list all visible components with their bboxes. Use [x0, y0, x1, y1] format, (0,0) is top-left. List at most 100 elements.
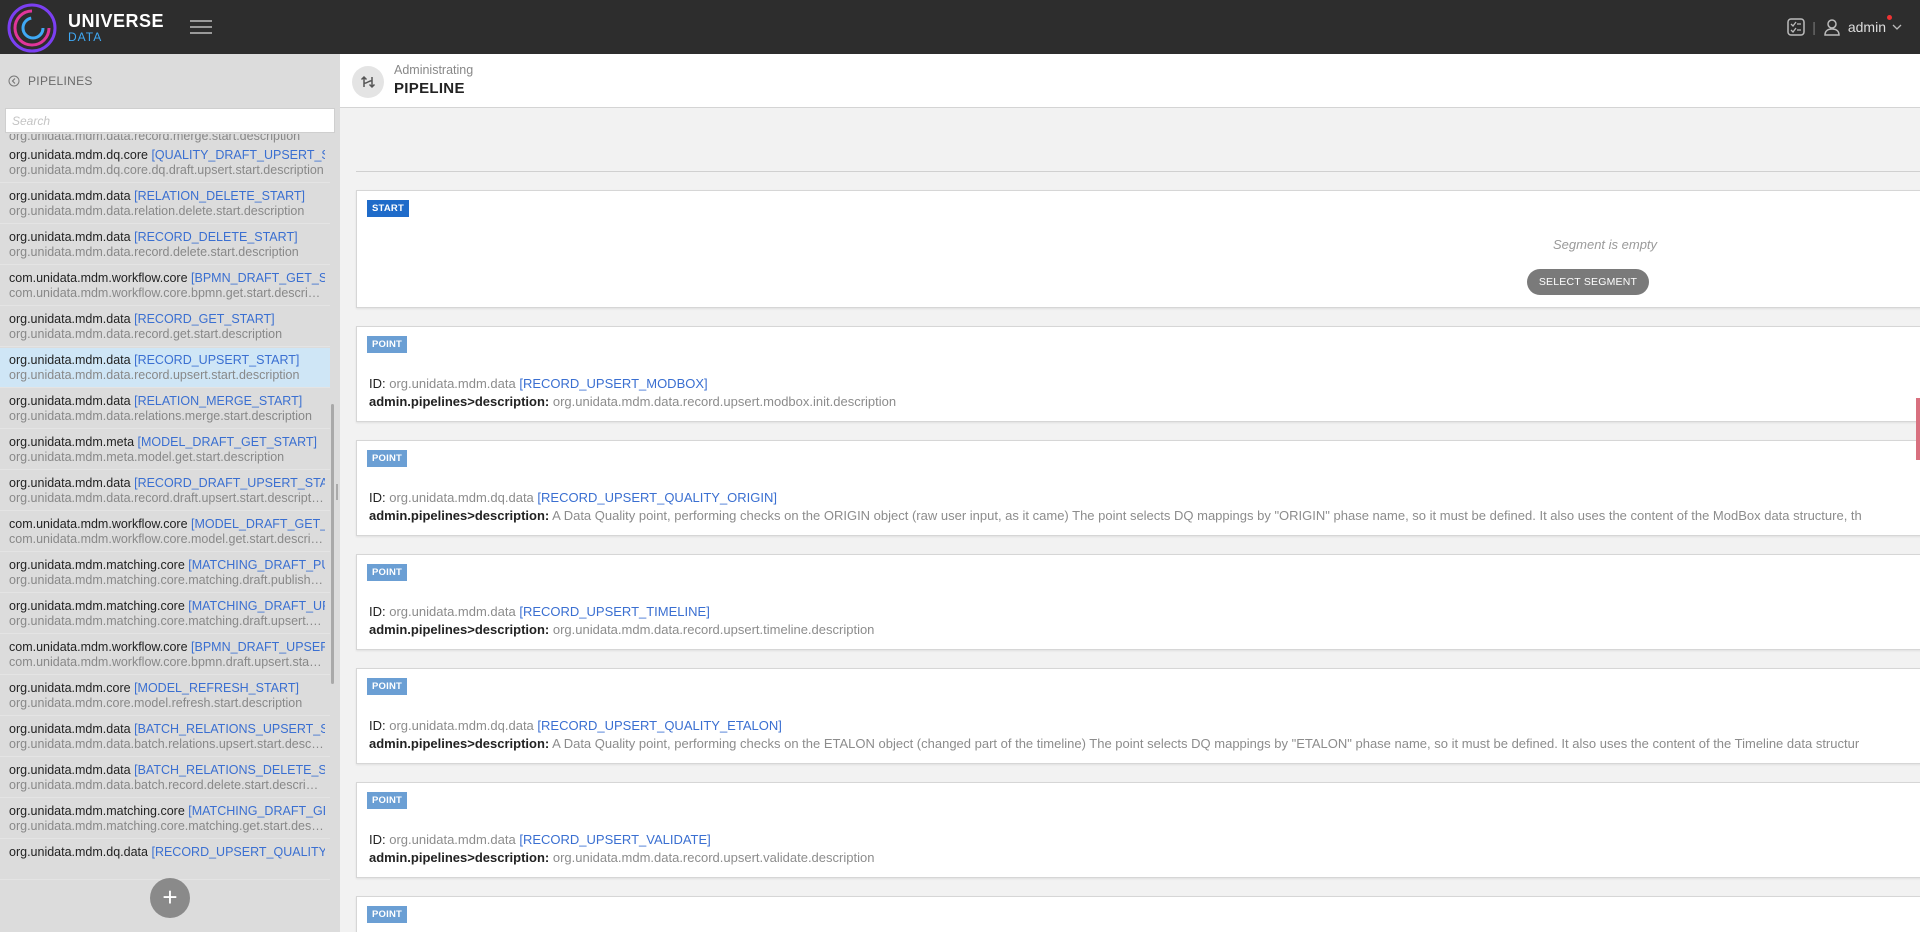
list-item[interactable]: org.unidata.mdm.data [RECORD_GET_START] …	[0, 307, 330, 347]
list-item[interactable]: org.unidata.mdm.matching.core [MATCHING_…	[0, 553, 330, 593]
back-arrow-icon[interactable]	[8, 75, 20, 87]
list-item[interactable]: org.unidata.mdm.core [MODEL_REFRESH_STAR…	[0, 676, 330, 716]
item-module: com.unidata.mdm.workflow.core	[9, 271, 188, 285]
item-module: org.unidata.mdm.data	[9, 763, 131, 777]
list-item[interactable]: com.unidata.mdm.workflow.core [BPMN_DRAF…	[0, 266, 330, 306]
item-description: org.unidata.mdm.data.relations.merge.sta…	[9, 409, 312, 423]
universe-logo-icon[interactable]	[6, 2, 58, 54]
point-tag: POINT	[367, 450, 408, 467]
item-description: com.unidata.mdm.workflow.core.model.get.…	[9, 532, 325, 546]
item-module: org.unidata.mdm.data	[9, 353, 131, 367]
add-pipeline-button[interactable]: +	[150, 878, 190, 918]
point-tag: POINT	[367, 792, 408, 809]
list-item[interactable]: org.unidata.mdm.dq.core [QUALITY_DRAFT_U…	[0, 143, 330, 183]
notification-dot	[1887, 15, 1892, 20]
plus-icon: +	[162, 882, 178, 912]
item-code: [BATCH_RELATIONS_UPSERT_START]	[134, 722, 325, 736]
sidebar-scrollbar[interactable]	[331, 404, 334, 684]
item-code: [BATCH_RELATIONS_DELETE_START]	[134, 763, 325, 777]
divider	[356, 171, 1920, 172]
item-module: org.unidata.mdm.dq.core	[9, 148, 148, 162]
item-module: org.unidata.mdm.meta	[9, 435, 135, 449]
point-description: admin.pipelines>description: org.unidata…	[369, 394, 897, 409]
item-code: [MODEL_DRAFT_GET_START]	[191, 517, 325, 531]
item-description: org.unidata.mdm.data.record.delete.start…	[9, 245, 299, 259]
point-card[interactable]: POINT ID: org.unidata.mdm.data [RECORD_U…	[356, 554, 1920, 650]
list-item[interactable]: org.unidata.mdm.data [RECORD_DELETE_STAR…	[0, 225, 330, 265]
sidebar-header[interactable]: PIPELINES	[8, 74, 93, 88]
item-code: [RECORD_UPSERT_START]	[134, 353, 300, 367]
list-item[interactable]: org.unidata.mdm.data [BATCH_RELATIONS_DE…	[0, 758, 330, 798]
tasks-icon[interactable]	[1786, 17, 1806, 37]
item-description: org.unidata.mdm.data.batch.record.delete…	[9, 778, 325, 792]
point-id: ID: org.unidata.mdm.dq.data [RECORD_UPSE…	[369, 718, 782, 733]
item-code: [MATCHING_DRAFT_GET_START]	[188, 804, 325, 818]
point-tag: POINT	[367, 678, 408, 695]
list-item[interactable]: org.unidata.mdm.dq.data [RECORD_UPSERT_Q…	[0, 840, 330, 880]
point-tag: POINT	[367, 906, 408, 923]
list-item[interactable]: org.unidata.mdm.matching.core [MATCHING_…	[0, 799, 330, 839]
list-item[interactable]: org.unidata.mdm.matching.core [MATCHING_…	[0, 594, 330, 634]
scroll-marker[interactable]	[1916, 398, 1920, 460]
item-description: org.unidata.mdm.matching.core.matching.d…	[9, 573, 325, 587]
brand-subtitle: DATA	[68, 30, 103, 44]
point-card[interactable]: POINT ID: org.unidata.mdm.dq.data [RECOR…	[356, 668, 1920, 764]
item-module: org.unidata.mdm.matching.core	[9, 558, 185, 572]
pipeline-icon	[352, 66, 384, 98]
item-description: org.unidata.mdm.data.record.upsert.start…	[9, 368, 300, 382]
list-item-selected[interactable]: org.unidata.mdm.data [RECORD_UPSERT_STAR…	[0, 348, 330, 388]
item-module: org.unidata.mdm.data	[9, 722, 131, 736]
hamburger-menu-icon[interactable]	[190, 16, 212, 38]
point-card[interactable]: POINT ID: org.unidata.mdm.data [RECORD_U…	[356, 326, 1920, 422]
list-item[interactable]: org.unidata.mdm.data [RECORD_DRAFT_UPSER…	[0, 471, 330, 511]
main-panel: Administrating PIPELINE START Segment is…	[340, 54, 1920, 932]
user-icon	[1824, 19, 1840, 36]
page-subtitle: Administrating	[394, 63, 474, 77]
user-name: admin	[1847, 19, 1886, 35]
search-input[interactable]	[5, 108, 335, 133]
chevron-down-icon	[1892, 24, 1902, 30]
item-module: com.unidata.mdm.workflow.core	[9, 517, 188, 531]
item-module: org.unidata.mdm.matching.core	[9, 599, 185, 613]
list-item[interactable]: com.unidata.mdm.workflow.core [MODEL_DRA…	[0, 512, 330, 552]
item-code: [MATCHING_DRAFT_PUBLISH_START]	[188, 558, 325, 572]
list-item[interactable]: com.unidata.mdm.workflow.core [BPMN_DRAF…	[0, 635, 330, 675]
item-module: com.unidata.mdm.workflow.core	[9, 640, 188, 654]
brand-title: UNIVERSE	[68, 11, 165, 31]
topbar-divider: |	[1812, 19, 1816, 35]
point-description: admin.pipelines>description: org.unidata…	[369, 850, 875, 865]
item-description: org.unidata.mdm.data.record.draft.upsert…	[9, 491, 325, 505]
point-tag: POINT	[367, 564, 408, 581]
list-item[interactable]: org.unidata.mdm.data [RELATION_MERGE_STA…	[0, 389, 330, 429]
user-menu[interactable]: admin	[1822, 15, 1902, 37]
item-description: org.unidata.mdm.data.batch.relations.ups…	[9, 737, 325, 751]
point-card[interactable]: POINT	[356, 896, 1920, 932]
list-item[interactable]: org.unidata.mdm.data [RELATION_DELETE_ST…	[0, 184, 330, 224]
item-code: [MODEL_DRAFT_GET_START]	[137, 435, 317, 449]
item-code: [BPMN_DRAFT_GET_START]	[191, 271, 325, 285]
item-module: org.unidata.mdm.data	[9, 476, 131, 490]
item-code: [RELATION_DELETE_START]	[134, 189, 305, 203]
item-description: com.unidata.mdm.workflow.core.bpmn.draft…	[9, 655, 325, 669]
item-code: [RECORD_DELETE_START]	[134, 230, 298, 244]
list-item[interactable]: org.unidata.mdm.meta [MODEL_DRAFT_GET_ST…	[0, 430, 330, 470]
item-module: org.unidata.mdm.data	[9, 312, 131, 326]
point-id: ID: org.unidata.mdm.data [RECORD_UPSERT_…	[369, 376, 708, 391]
item-code: [MATCHING_DRAFT_UPSERT_START]	[188, 599, 325, 613]
sidebar-resize-handle[interactable]	[336, 484, 338, 500]
item-description: org.unidata.mdm.core.model.refresh.start…	[9, 696, 303, 710]
item-module: org.unidata.mdm.core	[9, 681, 131, 695]
item-module: org.unidata.mdm.dq.data	[9, 845, 148, 859]
point-id: ID: org.unidata.mdm.dq.data [RECORD_UPSE…	[369, 490, 778, 505]
point-description: admin.pipelines>description: A Data Qual…	[369, 736, 1860, 751]
point-card[interactable]: POINT ID: org.unidata.mdm.dq.data [RECOR…	[356, 440, 1920, 536]
point-card[interactable]: POINT ID: org.unidata.mdm.data [RECORD_U…	[356, 782, 1920, 878]
select-segment-button[interactable]: SELECT SEGMENT	[1527, 269, 1649, 295]
item-module: org.unidata.mdm.data	[9, 230, 131, 244]
pipeline-list: org.unidata.mdm.data.record.merge.start.…	[0, 134, 330, 884]
list-item[interactable]: org.unidata.mdm.data [BATCH_RELATIONS_UP…	[0, 717, 330, 757]
item-code: [MODEL_REFRESH_START]	[134, 681, 299, 695]
segment-empty-text: Segment is empty	[1553, 237, 1658, 252]
item-code: [RECORD_UPSERT_QUALITY]	[151, 845, 325, 859]
main-header: Administrating PIPELINE	[340, 54, 1920, 108]
